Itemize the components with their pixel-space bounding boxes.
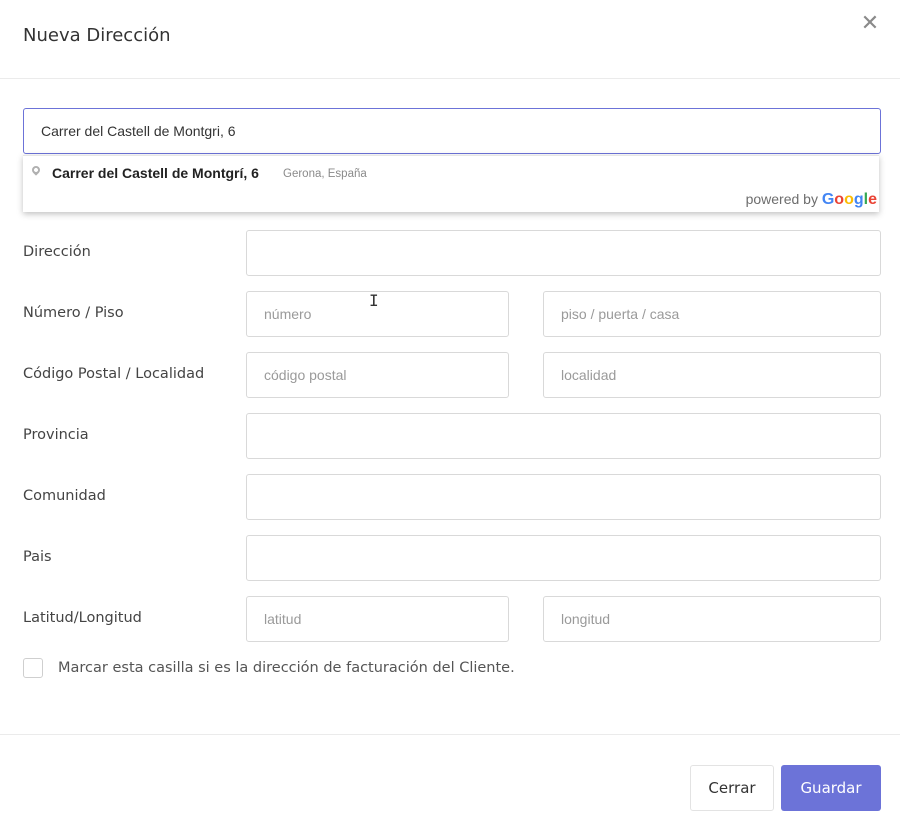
comunidad-label: Comunidad [23,488,106,504]
provincia-input[interactable] [246,413,881,459]
address-search-input[interactable] [23,108,881,154]
suggestion-main-text: Carrer del Castell de Montgrí, 6 [52,165,259,181]
direccion-label: Dirección [23,244,91,260]
powered-by-google: powered by Google [746,191,877,209]
suggestion-secondary-text: Gerona, España [283,168,367,180]
close-button[interactable]: Cerrar [690,765,774,811]
autocomplete-suggestion[interactable]: Carrer del Castell de Montgrí, 6 Gerona,… [23,156,879,190]
provincia-label: Provincia [23,427,89,443]
new-address-modal: Nueva Dirección ✕ Dirección Número / Pis… [0,0,900,830]
piso-input[interactable] [543,291,881,337]
google-logo: Google [821,191,877,208]
text-cursor-icon: I [369,291,379,310]
pais-label: Pais [23,549,52,565]
autocomplete-dropdown: Carrer del Castell de Montgrí, 6 Gerona,… [23,155,879,212]
comunidad-input[interactable] [246,474,881,520]
powered-by-text: powered by [745,191,818,207]
map-pin-icon [30,164,42,176]
billing-checkbox-label: Marcar esta casilla si es la dirección d… [58,660,515,676]
latitud-input[interactable] [246,596,509,642]
cp-localidad-label: Código Postal / Localidad [23,366,205,382]
save-button[interactable]: Guardar [781,765,881,811]
codigo-postal-input[interactable] [246,352,509,398]
direccion-input[interactable] [246,230,881,276]
modal-header: Nueva Dirección ✕ [0,0,900,79]
close-icon[interactable]: ✕ [858,12,882,36]
modal-footer: Cerrar Guardar [0,734,900,831]
lat-lng-label: Latitud/Longitud [23,610,142,626]
localidad-input[interactable] [543,352,881,398]
pais-input[interactable] [246,535,881,581]
modal-title: Nueva Dirección [23,25,171,46]
longitud-input[interactable] [543,596,881,642]
numero-piso-label: Número / Piso [23,305,124,321]
billing-checkbox[interactable] [23,658,43,678]
